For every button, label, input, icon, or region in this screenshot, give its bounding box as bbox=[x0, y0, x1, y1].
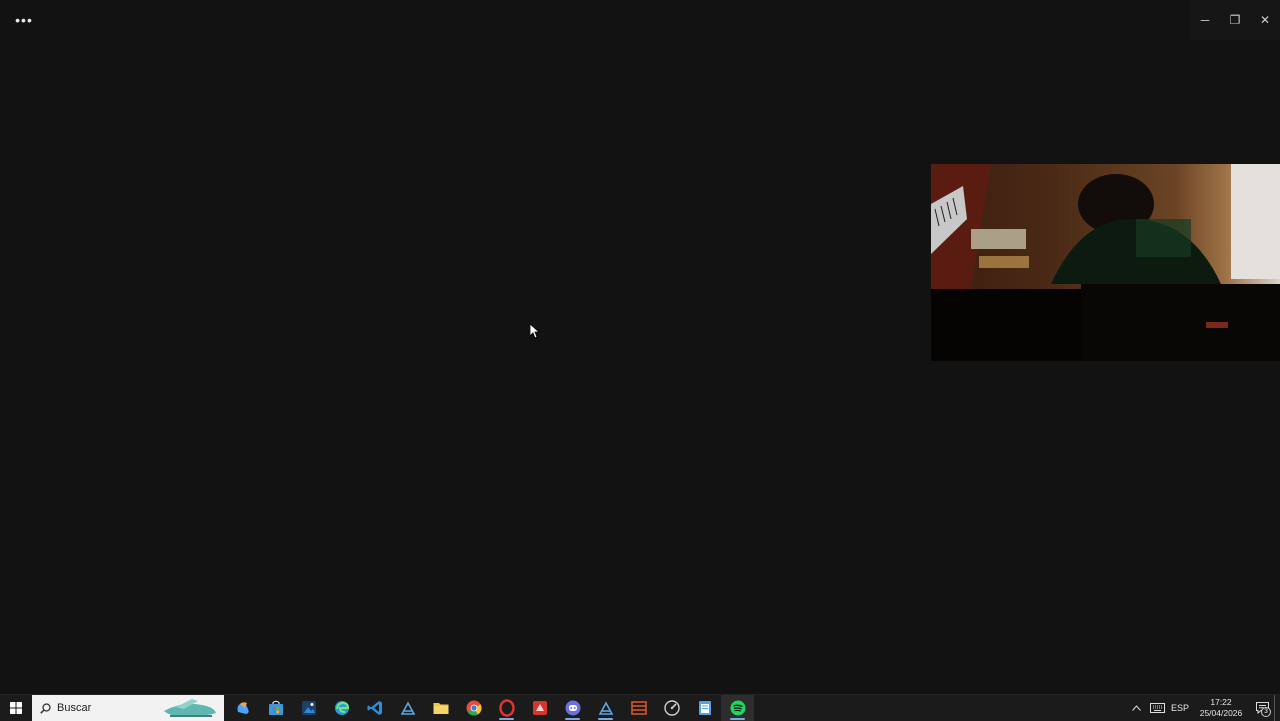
taskbar-app-opera[interactable] bbox=[490, 695, 523, 721]
taskbar-app-speedtest[interactable] bbox=[655, 695, 688, 721]
pinned-apps bbox=[226, 695, 754, 721]
taskbar-app-discord[interactable] bbox=[556, 695, 589, 721]
system-tray: ESP 17:22 25/04/2026 3 bbox=[1126, 695, 1280, 721]
spotify-icon bbox=[730, 700, 745, 716]
start-button[interactable] bbox=[0, 695, 32, 721]
notification-count-badge: 3 bbox=[1261, 707, 1271, 717]
gauge-icon bbox=[663, 700, 680, 716]
taskbar-app-steam[interactable] bbox=[391, 695, 424, 721]
clock[interactable]: 17:22 25/04/2026 bbox=[1192, 695, 1250, 721]
folder-icon bbox=[433, 703, 448, 714]
opera-icon bbox=[498, 699, 515, 717]
search-icon bbox=[40, 702, 51, 714]
window-controls: ─ ❐ ✕ bbox=[1190, 0, 1280, 40]
taskbar-app-capture-app[interactable] bbox=[523, 695, 556, 721]
show-desktop-button[interactable] bbox=[1274, 695, 1280, 721]
taskbar-search[interactable]: Buscar bbox=[32, 695, 224, 721]
photos-icon bbox=[301, 701, 316, 715]
copilot-icon bbox=[237, 702, 249, 714]
mouse-cursor-icon bbox=[530, 324, 540, 339]
store-icon bbox=[268, 700, 283, 715]
input-language-button[interactable]: ESP bbox=[1168, 695, 1192, 721]
steam-icon bbox=[400, 701, 415, 715]
webcam-image bbox=[931, 164, 1280, 361]
edge-icon bbox=[334, 701, 349, 715]
red-app-icon bbox=[532, 701, 547, 715]
taskbar-app-copilot[interactable] bbox=[226, 695, 259, 721]
taskbar-app-steam-2[interactable] bbox=[589, 695, 622, 721]
minimize-button[interactable]: ─ bbox=[1190, 0, 1220, 40]
taskbar-app-spotify[interactable] bbox=[721, 695, 754, 721]
taskbar-app-vs-code[interactable] bbox=[358, 695, 391, 721]
search-placeholder: Buscar bbox=[57, 702, 92, 714]
show-hidden-icons-button[interactable] bbox=[1126, 695, 1146, 721]
taskbar-app-notepad-app[interactable] bbox=[688, 695, 721, 721]
vscode-icon bbox=[367, 701, 382, 715]
taskbar-app-photos[interactable] bbox=[292, 695, 325, 721]
restore-button[interactable]: ❐ bbox=[1220, 0, 1250, 40]
taskbar: Buscar ESP 17:22 25/04/2026 3 bbox=[0, 694, 1280, 721]
more-options-button[interactable]: ••• bbox=[12, 10, 36, 30]
discord-icon bbox=[565, 700, 580, 716]
touch-keyboard-button[interactable] bbox=[1146, 695, 1168, 721]
keyboard-icon bbox=[1149, 703, 1165, 713]
taskbar-app-microsoft-store[interactable] bbox=[259, 695, 292, 721]
notification-center-button[interactable]: 3 bbox=[1250, 695, 1274, 721]
windows-logo-icon bbox=[10, 702, 22, 714]
video-feed bbox=[931, 164, 1280, 361]
taskbar-app-file-explorer[interactable] bbox=[424, 695, 457, 721]
taskbar-app-film-app[interactable] bbox=[622, 695, 655, 721]
chrome-icon bbox=[466, 700, 482, 716]
steam-icon bbox=[598, 701, 613, 715]
clock-date: 25/04/2026 bbox=[1199, 708, 1243, 718]
app-window: ••• ─ ❐ ✕ bbox=[0, 0, 1280, 694]
clock-time: 17:22 bbox=[1210, 697, 1232, 707]
notepad-icon bbox=[698, 701, 711, 715]
taskbar-app-chrome[interactable] bbox=[457, 695, 490, 721]
film-icon bbox=[630, 701, 647, 715]
taskbar-app-edge[interactable] bbox=[325, 695, 358, 721]
chevron-up-icon bbox=[1131, 705, 1141, 711]
search-highlight-illustration-icon bbox=[164, 699, 216, 717]
close-button[interactable]: ✕ bbox=[1250, 0, 1280, 40]
